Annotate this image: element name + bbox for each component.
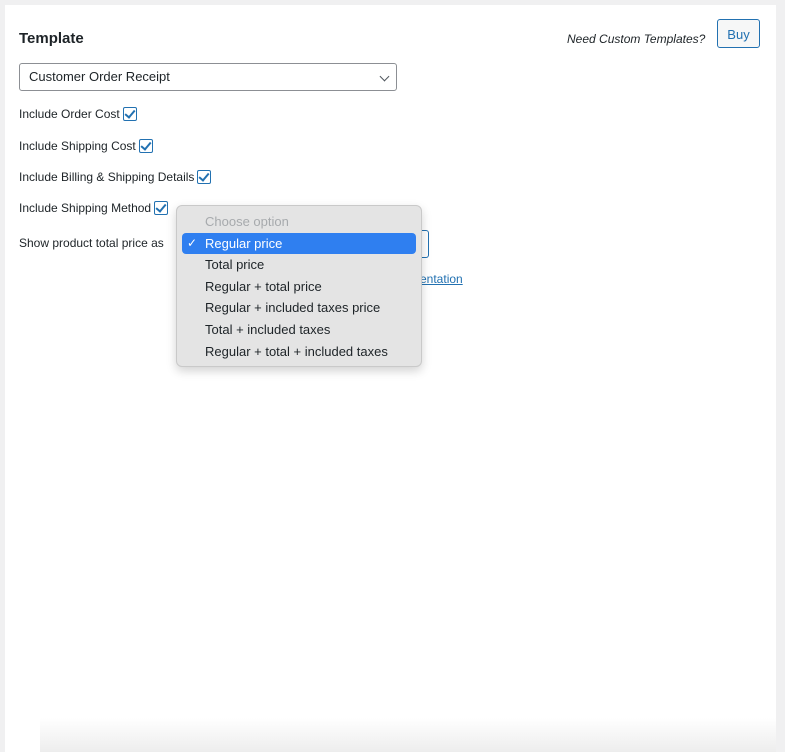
checkmark-icon: ✓ [187,235,198,250]
template-select-value: Customer Order Receipt [29,69,170,84]
bottom-shadow [40,718,776,752]
chevron-down-icon [379,71,390,82]
option-order-cost: Include Order Cost [19,107,137,121]
option-label: Include Billing & Shipping Details [19,170,195,184]
dropdown-option[interactable]: Regular + total price [182,276,416,298]
dropdown-option[interactable]: Regular + included taxes price [182,297,416,319]
order-cost-checkbox[interactable] [122,107,137,121]
custom-templates-text: Need Custom Templates? [567,32,706,46]
shipping-method-checkbox[interactable] [154,201,169,215]
option-label: Include Shipping Method [19,201,152,215]
buy-button[interactable]: Buy [717,19,760,48]
settings-panel: Template Need Custom Templates? Buy Cust… [5,5,776,752]
shipping-cost-checkbox[interactable] [138,139,153,153]
price-dropdown-menu: Choose option ✓ Regular price Total pric… [176,205,422,367]
option-shipping-cost: Include Shipping Cost [19,139,153,153]
dropdown-option[interactable]: Total price [182,254,416,276]
dropdown-option-label: Choose option [205,214,289,229]
dropdown-option-selected[interactable]: ✓ Regular price [182,232,416,255]
option-label: Include Shipping Cost [19,139,136,153]
option-billing-shipping: Include Billing & Shipping Details [19,170,212,184]
documentation-link[interactable]: entation [420,272,463,286]
dropdown-option-label: Total + included taxes [205,321,331,337]
dropdown-option-label: Total price [205,257,265,273]
dropdown-option-label: Regular + total price [205,278,322,294]
option-label: Include Order Cost [19,107,120,121]
price-setting-label: Show product total price as [19,236,164,250]
dropdown-option-label: Regular + total + included taxes [205,343,388,359]
dropdown-option-label: Regular + included taxes price [205,300,381,316]
dropdown-option[interactable]: Regular + total + included taxes [182,341,416,363]
dropdown-option: Choose option [182,211,416,233]
option-shipping-method: Include Shipping Method [19,201,169,215]
dropdown-option[interactable]: Total + included taxes [182,319,416,341]
billing-shipping-checkbox[interactable] [197,170,212,184]
dropdown-option-label: Regular price [205,235,283,251]
template-select[interactable]: Customer Order Receipt [19,63,397,91]
section-title: Template [19,30,84,47]
